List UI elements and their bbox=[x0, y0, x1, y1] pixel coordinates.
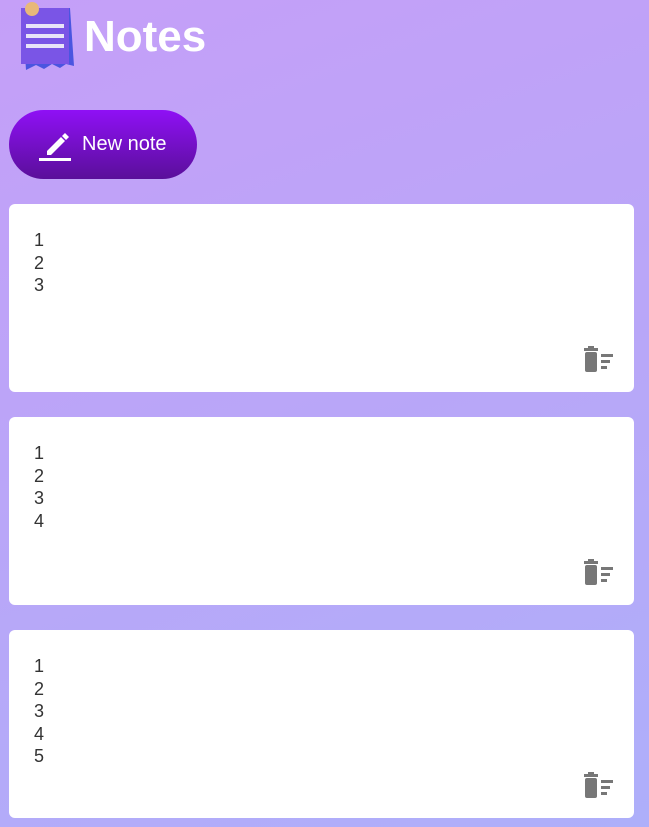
note-textarea[interactable]: 1 2 3 4 bbox=[34, 442, 554, 582]
note-card: 1 2 3 4 bbox=[9, 417, 634, 605]
delete-note-icon[interactable] bbox=[582, 559, 616, 587]
note-card: 1 2 3 bbox=[9, 204, 634, 392]
new-note-label: New note bbox=[82, 133, 167, 155]
new-note-button[interactable]: New note bbox=[9, 110, 197, 179]
pencil-icon bbox=[39, 132, 71, 161]
delete-note-icon[interactable] bbox=[582, 772, 616, 800]
note-textarea[interactable]: 1 2 3 bbox=[34, 229, 554, 369]
delete-note-icon[interactable] bbox=[582, 346, 616, 374]
note-textarea[interactable]: 1 2 3 4 5 bbox=[34, 655, 554, 795]
sticky-note-icon bbox=[16, 1, 78, 74]
note-card: 1 2 3 4 5 bbox=[9, 630, 634, 818]
header bbox=[16, 0, 78, 75]
page-title: Notes bbox=[84, 12, 207, 61]
